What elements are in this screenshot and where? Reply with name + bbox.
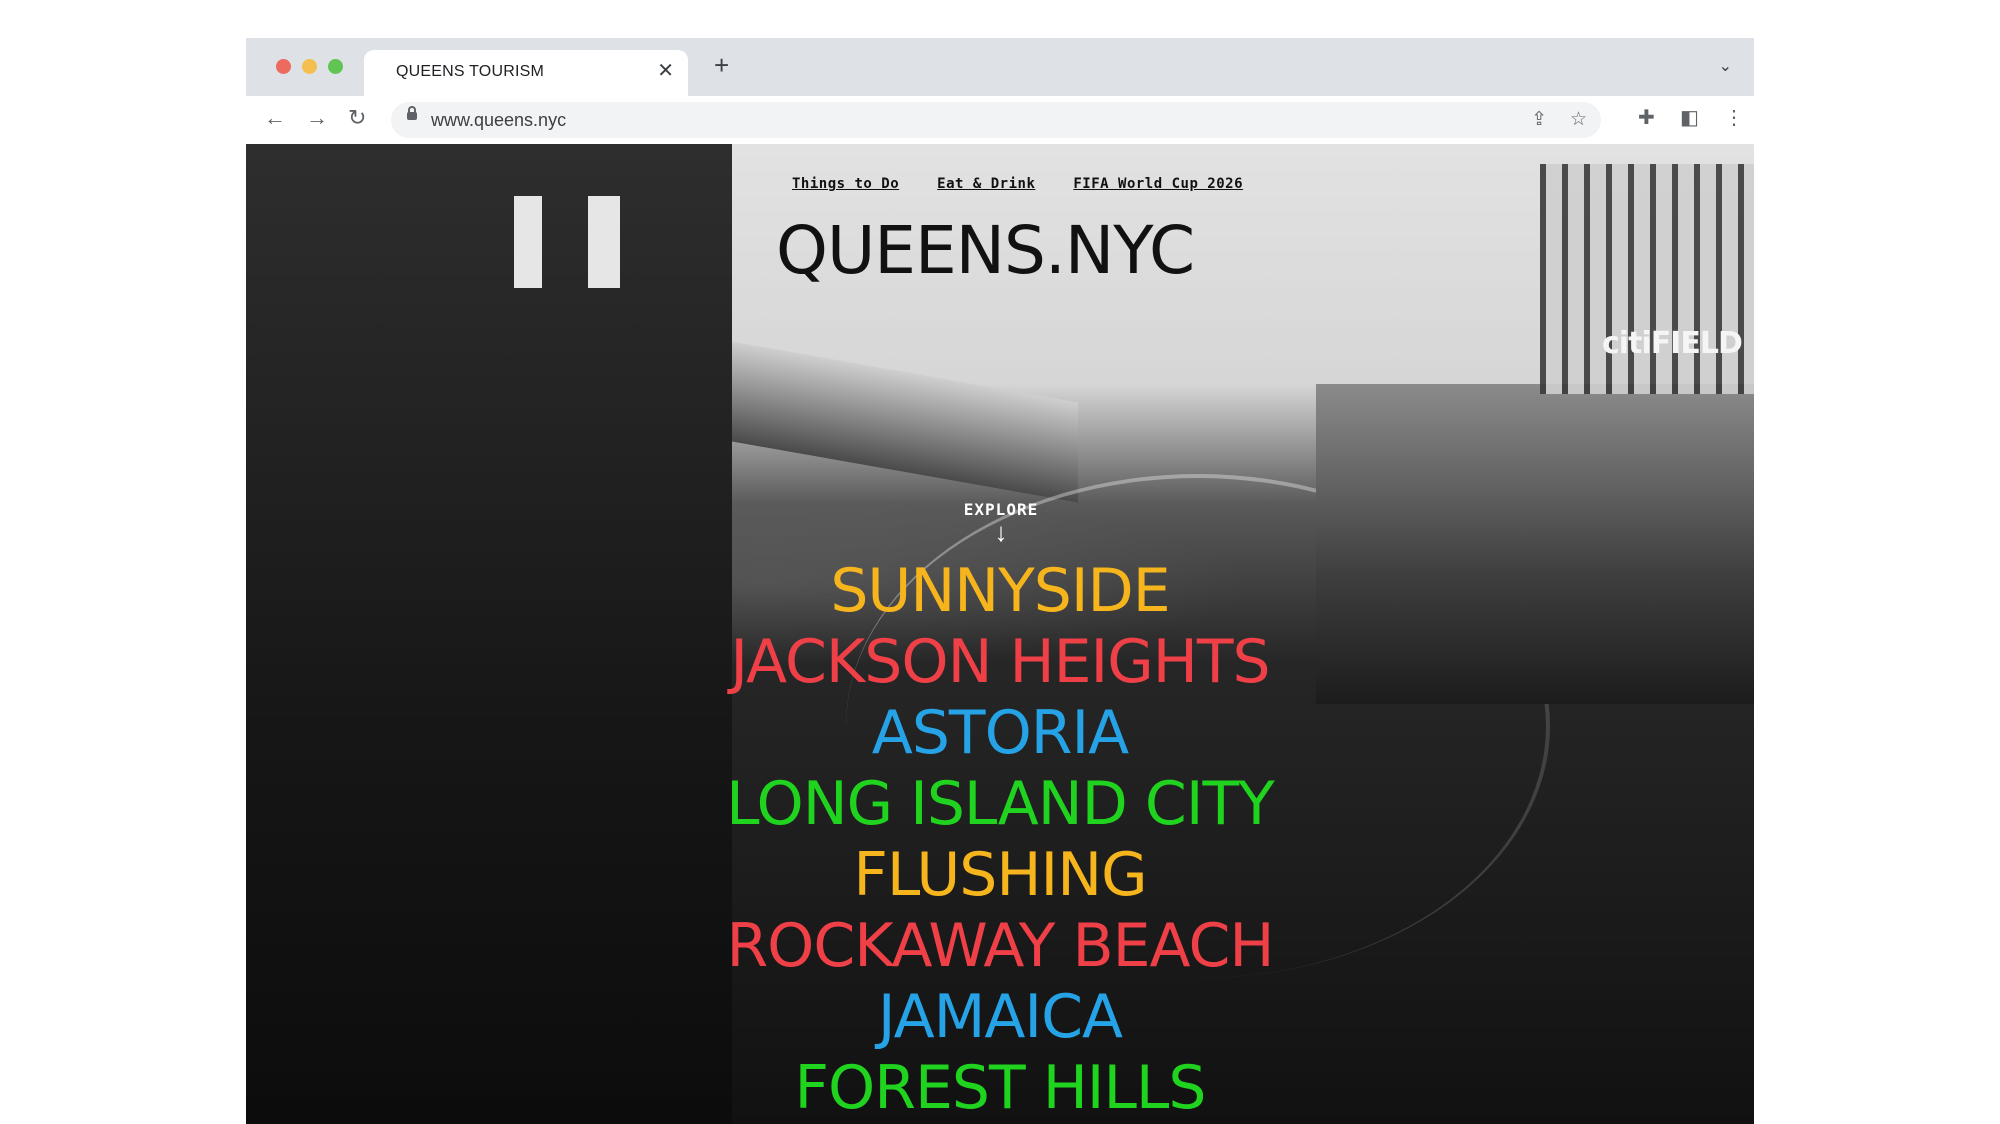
forward-arrow-icon[interactable]: → bbox=[306, 106, 328, 130]
neighborhood-link-jamaica[interactable]: JAMAICA bbox=[246, 982, 1754, 1053]
share-icon[interactable]: ⇪ bbox=[1531, 108, 1547, 131]
neighborhood-link-jackson-heights[interactable]: JACKSON HEIGHTS bbox=[246, 627, 1754, 698]
minimize-window-button[interactable] bbox=[302, 59, 317, 74]
neighborhood-link-forest-hills[interactable]: FOREST HILLS bbox=[246, 1053, 1754, 1124]
plus-icon[interactable]: + bbox=[714, 52, 729, 78]
active-tab[interactable]: QUEENS TOURISM ✕ bbox=[364, 50, 688, 96]
lock-icon[interactable] bbox=[407, 106, 417, 120]
down-arrow-icon[interactable]: ↓ bbox=[946, 519, 1056, 545]
chevron-down-icon[interactable]: ⌄ bbox=[1719, 56, 1732, 76]
back-arrow-icon[interactable]: ← bbox=[264, 106, 286, 130]
page-viewport: citiFIELD Things to Do Eat & Drink FIFA … bbox=[246, 144, 1754, 1124]
nav-eat-drink[interactable]: Eat & Drink bbox=[937, 176, 1035, 192]
more-vert-icon[interactable]: ⋮ bbox=[1724, 106, 1744, 130]
side-panel-icon[interactable]: ◧ bbox=[1680, 106, 1699, 130]
close-icon[interactable]: ✕ bbox=[657, 61, 674, 81]
neighborhood-link-sunnyside[interactable]: SUNNYSIDE bbox=[246, 556, 1754, 627]
neighborhood-link-astoria[interactable]: ASTORIA bbox=[246, 698, 1754, 769]
neighborhood-link-long-island-city[interactable]: LONG ISLAND CITY bbox=[246, 769, 1754, 840]
reload-icon[interactable]: ↻ bbox=[348, 106, 366, 130]
nav-things-to-do[interactable]: Things to Do bbox=[792, 176, 899, 192]
extensions-icon[interactable]: ✚ bbox=[1638, 106, 1655, 130]
site-nav: Things to Do Eat & Drink FIFA World Cup … bbox=[792, 176, 1243, 192]
site-logo[interactable]: QUEENS.NYC bbox=[776, 212, 1236, 289]
nav-fifa-world-cup[interactable]: FIFA World Cup 2026 bbox=[1073, 176, 1243, 192]
stadium-sign: citiFIELD bbox=[1602, 326, 1743, 361]
address-bar[interactable]: www.queens.nyc ⇪ ☆ bbox=[391, 102, 1601, 138]
tab-title: QUEENS TOURISM bbox=[396, 63, 545, 80]
star-icon[interactable]: ☆ bbox=[1570, 108, 1587, 131]
train-photo bbox=[732, 341, 1078, 503]
browser-toolbar: ← → ↻ www.queens.nyc ⇪ ☆ ✚ ◧ ⋮ bbox=[246, 96, 1754, 144]
url-text[interactable]: www.queens.nyc bbox=[431, 110, 566, 131]
tab-strip: QUEENS TOURISM ✕ + ⌄ bbox=[246, 38, 1754, 96]
neighborhood-link-rockaway-beach[interactable]: ROCKAWAY BEACH bbox=[246, 911, 1754, 982]
close-window-button[interactable] bbox=[276, 59, 291, 74]
neighborhood-link-flushing[interactable]: FLUSHING bbox=[246, 840, 1754, 911]
explore-link[interactable]: EXPLORE ↓ bbox=[946, 500, 1056, 545]
browser-window: QUEENS TOURISM ✕ + ⌄ ← → ↻ www.queens.ny… bbox=[246, 38, 1754, 1124]
neighborhood-list: SUNNYSIDE JACKSON HEIGHTS ASTORIA LONG I… bbox=[246, 556, 1754, 1124]
maximize-window-button[interactable] bbox=[328, 59, 343, 74]
